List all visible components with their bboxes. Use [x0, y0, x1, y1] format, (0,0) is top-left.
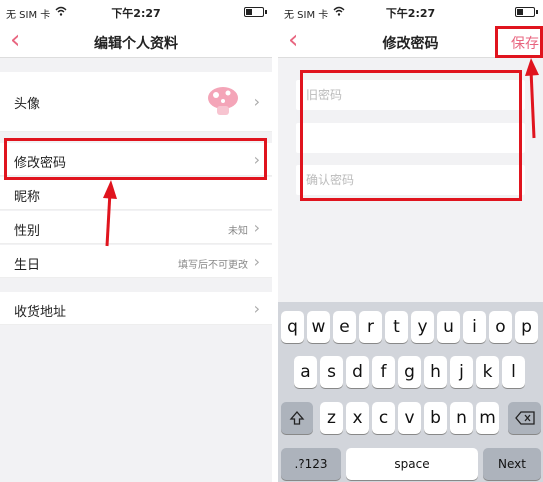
chevron-right-icon: › [253, 299, 260, 318]
key-k[interactable]: k [476, 356, 499, 388]
key-c[interactable]: c [372, 402, 395, 434]
key-e[interactable]: e [333, 311, 356, 343]
avatar-row[interactable]: 头像 › [0, 72, 272, 132]
key-s[interactable]: s [320, 356, 343, 388]
status-time: 下午2:27 [111, 7, 161, 20]
birthday-row[interactable]: 生日 填写后不可更改 › [0, 245, 272, 278]
edit-profile-screen: 无 SIM 卡 下午2:27 ‹ 编辑个人资料 头像 › 修改密码 › 昵称 性… [0, 0, 272, 482]
address-label: 收货地址 [14, 305, 67, 320]
key-y[interactable]: y [411, 311, 434, 343]
key-l[interactable]: l [502, 356, 525, 388]
highlight-box [4, 138, 267, 180]
gender-row[interactable]: 性别 未知 › [0, 211, 272, 244]
red-arrow-icon [103, 180, 117, 247]
avatar-label: 头像 [14, 97, 41, 112]
gender-value: 未知 [228, 226, 248, 237]
key-z[interactable]: z [320, 402, 343, 434]
key-v[interactable]: v [398, 402, 421, 434]
avatar [208, 87, 238, 115]
key-h[interactable]: h [424, 356, 447, 388]
nickname-label: 昵称 [14, 190, 41, 205]
backspace-icon [514, 411, 535, 425]
battery-icon [244, 7, 267, 17]
key-b[interactable]: b [424, 402, 447, 434]
highlight-box [495, 26, 543, 58]
backspace-key[interactable] [508, 402, 541, 434]
key-p[interactable]: p [515, 311, 538, 343]
status-time: 下午2:27 [385, 7, 436, 20]
battery-icon [515, 7, 538, 17]
nav-bar: ‹ 编辑个人资料 [0, 24, 272, 58]
key-x[interactable]: x [346, 402, 369, 434]
shift-key[interactable] [281, 402, 313, 434]
key-u[interactable]: u [437, 311, 460, 343]
status-bar: 无 SIM 卡 下午2:27 [0, 0, 272, 24]
key-m[interactable]: m [476, 402, 499, 434]
next-key[interactable]: Next [483, 448, 541, 480]
nickname-row[interactable]: 昵称 [0, 177, 272, 210]
key-i[interactable]: i [463, 311, 486, 343]
page-title: 编辑个人资料 [94, 36, 178, 52]
red-arrow-icon [525, 58, 539, 139]
key-o[interactable]: o [489, 311, 512, 343]
space-key[interactable]: space [346, 448, 478, 480]
chevron-right-icon: › [253, 252, 260, 271]
key-r[interactable]: r [359, 311, 382, 343]
key-f[interactable]: f [372, 356, 395, 388]
key-g[interactable]: g [398, 356, 421, 388]
key-t[interactable]: t [385, 311, 408, 343]
key-q[interactable]: q [281, 311, 304, 343]
chevron-right-icon: › [253, 92, 260, 111]
status-bar: 无 SIM 卡 下午2:27 [278, 0, 543, 24]
shift-icon [289, 411, 305, 425]
key-n[interactable]: n [450, 402, 473, 434]
chevron-right-icon: › [253, 218, 260, 237]
address-row[interactable]: 收货地址 › [0, 292, 272, 325]
change-password-screen: 无 SIM 卡 下午2:27 ‹ 修改密码 保存 q w e r t y u i [278, 0, 543, 482]
numbers-key[interactable]: .?123 [281, 448, 341, 480]
birthday-value: 填写后不可更改 [178, 260, 248, 271]
gender-label: 性别 [14, 224, 41, 239]
highlight-box [300, 70, 522, 201]
key-w[interactable]: w [307, 311, 330, 343]
keyboard: q w e r t y u i o p a s d f g h j k l z … [278, 302, 543, 482]
key-a[interactable]: a [294, 356, 317, 388]
key-d[interactable]: d [346, 356, 369, 388]
key-j[interactable]: j [450, 356, 473, 388]
birthday-label: 生日 [14, 258, 41, 273]
